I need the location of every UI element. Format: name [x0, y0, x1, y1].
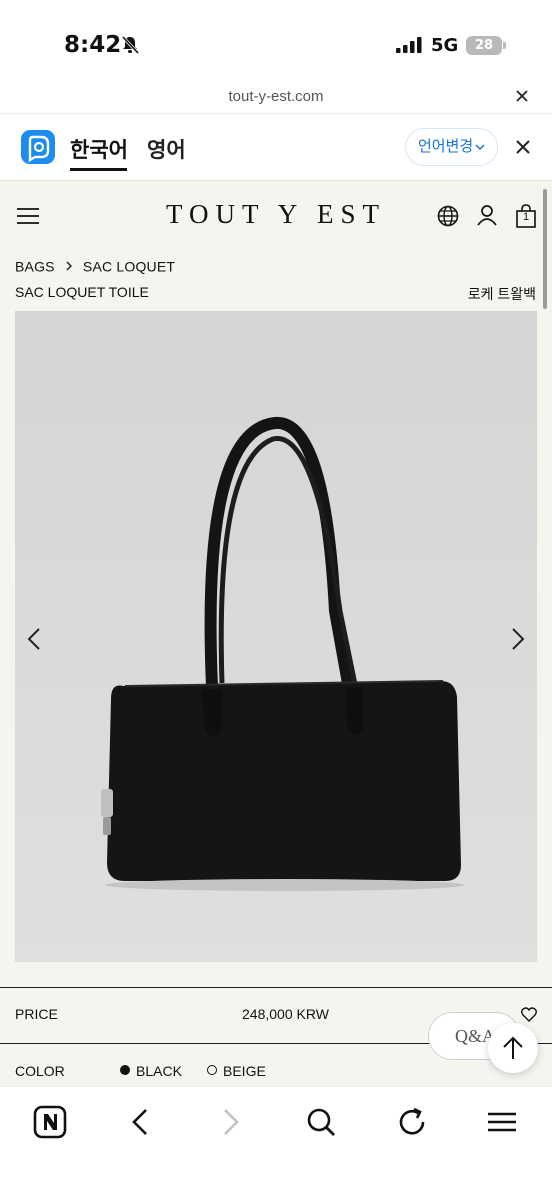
url-bar[interactable]: tout-y-est.com	[0, 80, 552, 114]
browser-toolbar	[0, 1086, 552, 1200]
product-name: SAC LOQUET TOILE	[15, 284, 149, 300]
url-text[interactable]: tout-y-est.com	[0, 88, 552, 105]
tab-english[interactable]: 영어	[147, 134, 186, 164]
papago-logo-icon	[21, 130, 55, 164]
battery-icon: 28	[466, 36, 502, 55]
color-option-label: BLACK	[136, 1063, 182, 1079]
chevron-right-icon	[66, 261, 72, 271]
site-content: TOUT Y EST 1 BAGS SAC LOQUET SAC LOQUET …	[0, 181, 552, 1086]
battery-cap	[503, 42, 506, 49]
search-icon[interactable]	[303, 1104, 339, 1140]
product-image[interactable]	[15, 311, 537, 962]
forward-arrow-icon[interactable]	[213, 1104, 249, 1140]
chevron-down-icon	[475, 144, 485, 151]
change-language-button[interactable]: 언어변경	[405, 128, 498, 166]
breadcrumb-bags[interactable]: BAGS	[15, 258, 55, 274]
scrollbar[interactable]	[543, 189, 547, 309]
bag-illustration	[15, 311, 537, 962]
color-option-beige[interactable]: BEIGE	[207, 1063, 266, 1079]
menu-icon[interactable]	[484, 1104, 520, 1140]
arrow-up-icon	[503, 1036, 523, 1059]
next-image-arrow-icon[interactable]	[511, 627, 525, 651]
radio-unselected-icon	[207, 1065, 217, 1075]
translate-bar: 한국어 영어 언어변경	[0, 114, 552, 181]
previous-image-arrow-icon[interactable]	[27, 627, 41, 651]
naver-n-icon[interactable]	[32, 1104, 68, 1140]
cart-count-badge: 1	[522, 211, 530, 223]
divider	[0, 987, 552, 988]
radio-selected-icon	[120, 1065, 130, 1075]
active-tab-indicator	[70, 168, 127, 171]
user-icon[interactable]	[476, 204, 498, 226]
network-type: 5G	[431, 35, 459, 56]
color-option-black[interactable]: BLACK	[120, 1063, 182, 1079]
site-logo[interactable]: TOUT Y EST	[160, 199, 392, 230]
hamburger-menu-icon[interactable]	[17, 208, 39, 224]
heart-icon[interactable]	[521, 1007, 537, 1022]
back-arrow-icon[interactable]	[122, 1104, 158, 1140]
status-bar: 8:42 5G 28	[0, 0, 552, 80]
color-label: COLOR	[15, 1063, 65, 1079]
status-time: 8:42	[64, 32, 122, 58]
refresh-icon[interactable]	[394, 1104, 430, 1140]
breadcrumb: BAGS SAC LOQUET	[15, 257, 175, 274]
close-translate-icon[interactable]	[516, 140, 530, 154]
globe-icon[interactable]	[437, 205, 459, 227]
breadcrumb-sac-loquet[interactable]: SAC LOQUET	[83, 258, 175, 274]
close-icon[interactable]	[514, 88, 530, 104]
color-option-label: BEIGE	[223, 1063, 266, 1079]
product-name-korean: 로케 트왈백	[467, 286, 536, 302]
signal-icon	[396, 37, 422, 53]
scroll-to-top-button[interactable]	[488, 1023, 538, 1073]
muted-bell-icon	[121, 35, 140, 55]
change-language-label: 언어변경	[418, 138, 474, 155]
tab-korean[interactable]: 한국어	[70, 134, 128, 164]
price-value: 248,000 KRW	[242, 1006, 329, 1022]
price-label: PRICE	[15, 1006, 58, 1022]
